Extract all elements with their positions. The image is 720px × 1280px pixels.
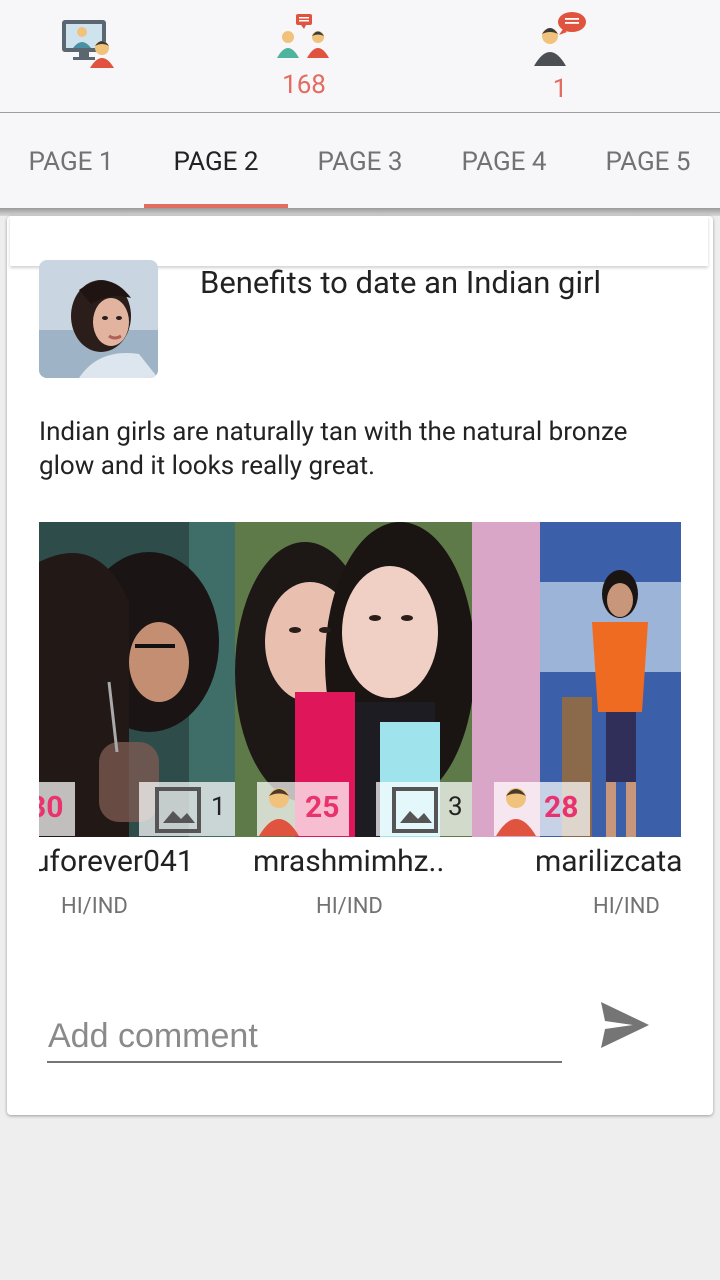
top-bar: 168 1 <box>0 0 720 113</box>
profile-location: HI/IND <box>316 894 383 919</box>
send-icon <box>601 1002 649 1048</box>
chat-people-icon <box>277 14 329 58</box>
male-avatar-icon <box>259 788 299 836</box>
person-message-icon <box>534 12 586 66</box>
photo-icon <box>392 787 438 833</box>
page-tabs: PAGE 1 PAGE 2 PAGE 3 PAGE 4 PAGE 5 <box>0 113 720 208</box>
profile-username[interactable]: mrashmimhz.. <box>253 844 444 879</box>
video-chat-count <box>29 76 149 106</box>
tabs-shadow <box>0 208 720 216</box>
profile-age: 30 <box>39 790 64 825</box>
profile-age: 25 <box>305 790 340 825</box>
profile-photo-count: 1 <box>211 792 226 822</box>
profile-username[interactable]: marilizcata <box>535 844 681 879</box>
post-thumbnail[interactable] <box>39 260 158 378</box>
post-card: Benefits to date an Indian girl Indian g… <box>7 216 713 1115</box>
photo-icon <box>155 787 201 833</box>
tab-page-3[interactable]: PAGE 3 <box>288 113 432 208</box>
send-button[interactable] <box>599 1000 651 1054</box>
profile-age: 28 <box>544 790 579 825</box>
male-avatar-icon <box>496 788 536 836</box>
age-badge: 25 <box>257 782 349 836</box>
post-body: Indian girls are naturally tan with the … <box>39 417 628 481</box>
chat-people-button[interactable]: 168 <box>244 12 364 100</box>
profile-photo-count: 3 <box>448 792 463 822</box>
video-chat-button[interactable] <box>29 12 149 106</box>
person-message-count: 1 <box>552 74 568 104</box>
card-header-strip <box>10 216 708 266</box>
age-badge: 28 <box>494 782 590 836</box>
tab-page-1[interactable]: PAGE 1 <box>0 113 142 208</box>
post-title: Benefits to date an Indian girl <box>200 264 602 301</box>
profiles-strip: 30 1 25 3 <box>39 522 681 922</box>
tab-page-4[interactable]: PAGE 4 <box>432 113 576 208</box>
comment-input[interactable] <box>47 1011 562 1063</box>
age-badge: 30 <box>39 782 75 836</box>
video-chat-icon <box>62 20 114 68</box>
profile-location: HI/IND <box>593 894 660 919</box>
photo-count-badge: 1 <box>139 782 235 836</box>
tab-page-5[interactable]: PAGE 5 <box>576 113 720 208</box>
person-message-button[interactable]: 1 <box>500 12 620 104</box>
profile-username[interactable]: uforever041 <box>39 844 194 879</box>
photo-count-badge: 3 <box>376 782 472 836</box>
chat-people-count: 168 <box>282 70 326 100</box>
tab-page-2[interactable]: PAGE 2 <box>144 113 288 208</box>
profile-location: HI/IND <box>61 894 128 919</box>
